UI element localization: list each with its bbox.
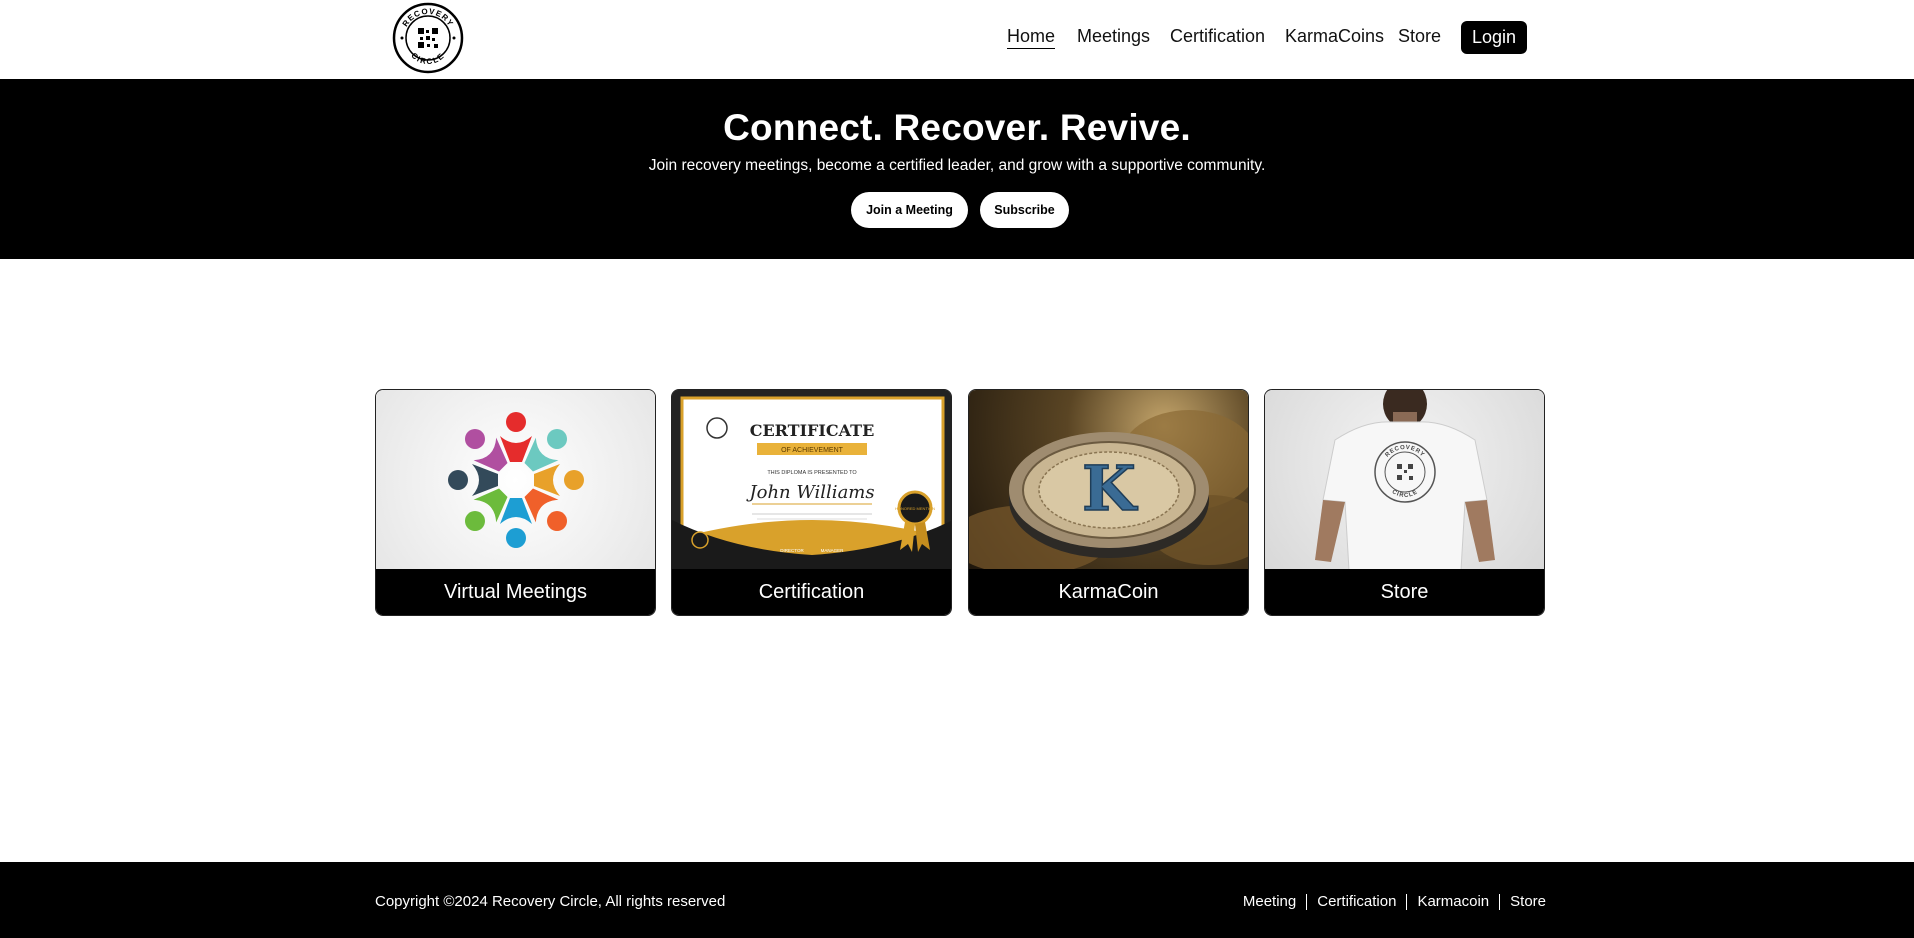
hero-title: Connect. Recover. Revive. [723,107,1191,148]
card-karmacoin[interactable]: K KarmaCoin [968,389,1249,616]
nav-certification[interactable]: Certification [1170,26,1265,47]
footer-link-certification[interactable]: Certification [1317,893,1396,910]
card-certification[interactable]: CERTIFICATE OF ACHIEVEMENT THIS DIPLOMA … [671,389,952,616]
svg-text:MANAGER: MANAGER [821,548,845,553]
footer-divider [1499,893,1501,910]
site-footer: Copyright ©2024 Recovery Circle, All rig… [0,862,1914,938]
footer-link-karmacoin[interactable]: Karmacoin [1417,893,1489,910]
site-header: RECOVERY CIRCLE Home Meetings Certificat… [0,0,1914,78]
tshirt-image: RECOVERY CIRCLE [1265,390,1544,571]
footer-divider [1306,893,1308,910]
svg-text:THIS DIPLOMA IS PRESENTED TO: THIS DIPLOMA IS PRESENTED TO [767,470,857,476]
footer-divider [1406,893,1408,910]
svg-text:HONORED MENTION: HONORED MENTION [895,506,935,511]
svg-text:OF ACHIEVEMENT: OF ACHIEVEMENT [781,447,844,454]
join-meeting-button[interactable]: Join a Meeting [851,192,968,228]
copyright-text: Copyright ©2024 Recovery Circle, All rig… [375,893,726,910]
card-label: Virtual Meetings [376,569,655,615]
svg-text:DIRECTOR: DIRECTOR [780,548,804,553]
footer-links: Meeting Certification Karmacoin Store [1243,893,1546,910]
card-store[interactable]: RECOVERY CIRCLE Store [1264,389,1545,616]
svg-text:John Williams: John Williams [745,482,874,503]
nav-home[interactable]: Home [1007,26,1056,49]
card-virtual-meetings[interactable]: Virtual Meetings [375,389,656,616]
subscribe-button[interactable]: Subscribe [980,192,1069,228]
hero-banner: Connect. Recover. Revive. Join recovery … [0,79,1914,259]
card-label: Certification [672,569,951,615]
card-label: Store [1265,569,1544,615]
community-circle-icon [376,390,655,570]
login-button[interactable]: Login [1461,21,1527,54]
footer-link-meeting[interactable]: Meeting [1243,893,1296,910]
nav-store[interactable]: Store [1398,26,1441,47]
certificate-image: CERTIFICATE OF ACHIEVEMENT THIS DIPLOMA … [672,390,951,570]
main-nav: Home Meetings Certification KarmaCoins S… [0,0,1914,78]
nav-meetings[interactable]: Meetings [1077,26,1150,47]
footer-link-store[interactable]: Store [1510,893,1546,910]
karmacoin-image: K [969,390,1248,575]
svg-text:K: K [1082,452,1138,525]
hero-subtitle: Join recovery meetings, become a certifi… [648,157,1266,174]
svg-text:CERTIFICATE: CERTIFICATE [750,421,875,440]
card-label: KarmaCoin [969,569,1248,615]
nav-karmacoins[interactable]: KarmaCoins [1285,26,1384,47]
